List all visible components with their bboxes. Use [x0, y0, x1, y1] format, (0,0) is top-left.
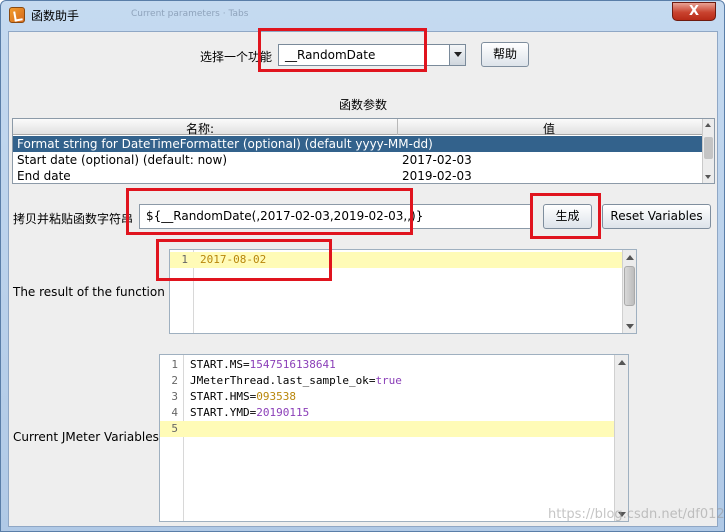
close-button[interactable]: X: [672, 2, 716, 21]
function-string-field[interactable]: ${__RandomDate(,2017-02-03,2019-02-03,,)…: [139, 204, 531, 229]
variable-key[interactable]: START.HMS: [190, 390, 250, 403]
variable-value[interactable]: 20190115: [256, 406, 309, 419]
background-title: Current parameters · Tabs: [131, 9, 249, 19]
variable-key[interactable]: JMeterThread.last_sample_ok: [190, 374, 369, 387]
scroll-up-icon[interactable]: [615, 355, 628, 369]
table-row[interactable]: Start date (optional) (default: now) 201…: [13, 152, 703, 168]
table-row[interactable]: End date 2019-02-03: [13, 168, 703, 183]
param-name[interactable]: Start date (optional) (default: now): [17, 153, 227, 167]
result-scrollbar[interactable]: [622, 250, 636, 333]
column-header-name[interactable]: 名称:: [186, 120, 214, 137]
param-name[interactable]: End date: [17, 169, 71, 183]
line-number: 5: [171, 422, 178, 435]
dialog-content: 选择一个功能 __RandomDate 帮助 函数参数 名称: 值 Format…: [8, 31, 718, 527]
parameters-table: 名称: 值 Format string for DateTimeFormatte…: [12, 118, 715, 184]
code-line[interactable]: 5: [160, 421, 628, 437]
jmeter-app-icon: [9, 7, 25, 23]
code-line[interactable]: 4 START.YMD=20190115: [160, 405, 628, 421]
function-helper-dialog: 函数助手 Current parameters · Tabs X 选择一个功能 …: [0, 0, 725, 532]
scroll-up-icon[interactable]: [623, 250, 636, 264]
result-value[interactable]: 2017-08-02: [200, 253, 266, 266]
table-scrollbar[interactable]: [702, 119, 714, 183]
variables-scrollbar[interactable]: [614, 355, 628, 521]
scroll-down-icon[interactable]: [623, 319, 636, 333]
code-line[interactable]: 3 START.HMS=093538: [160, 389, 628, 405]
scroll-down-icon[interactable]: [703, 171, 714, 183]
param-value[interactable]: 2019-02-03: [402, 169, 472, 183]
scroll-thumb[interactable]: [624, 266, 635, 306]
title-bar[interactable]: 函数助手 Current parameters · Tabs X: [1, 1, 724, 29]
result-label: The result of the function is: [13, 285, 179, 299]
reset-variables-button[interactable]: Reset Variables: [602, 204, 711, 229]
column-divider[interactable]: [397, 119, 398, 135]
help-button[interactable]: 帮助: [481, 42, 529, 67]
parameters-section-title: 函数参数: [339, 98, 388, 112]
table-row[interactable]: Format string for DateTimeFormatter (opt…: [13, 136, 703, 152]
variable-key[interactable]: START.MS: [190, 358, 243, 371]
generate-button[interactable]: 生成: [543, 204, 592, 229]
line-number: 3: [171, 390, 178, 403]
variable-key[interactable]: START.YMD: [190, 406, 250, 419]
window-title: 函数助手: [31, 9, 80, 23]
variable-value[interactable]: 093538: [256, 390, 296, 403]
param-name[interactable]: Format string for DateTimeFormatter (opt…: [17, 137, 433, 151]
line-number: 1: [171, 358, 178, 371]
variable-value[interactable]: 1547516138641: [250, 358, 336, 371]
scroll-thumb[interactable]: [704, 137, 713, 159]
code-line[interactable]: 2 JMeterThread.last_sample_ok=true: [160, 373, 628, 389]
scroll-up-icon[interactable]: [703, 119, 714, 131]
function-select-value: __RandomDate: [285, 48, 376, 62]
close-icon: X: [688, 4, 700, 19]
watermark: https://blog.csdn.net/df0128: [548, 507, 725, 522]
code-line[interactable]: 1 START.MS=1547516138641: [160, 357, 628, 373]
table-header: 名称: 值: [13, 119, 703, 137]
code-line[interactable]: 1 2017-08-02: [170, 252, 636, 268]
variable-value[interactable]: true: [375, 374, 402, 387]
variables-editor[interactable]: 1 START.MS=1547516138641 2 JMeterThread.…: [159, 354, 629, 522]
chevron-down-icon[interactable]: [449, 45, 465, 65]
param-value[interactable]: 2017-02-03: [402, 153, 472, 167]
result-editor[interactable]: 1 2017-08-02: [169, 249, 637, 334]
line-number: 2: [171, 374, 178, 387]
function-select[interactable]: __RandomDate: [278, 44, 466, 66]
function-string-label: 拷贝并粘贴函数字符串: [13, 212, 134, 226]
column-header-value[interactable]: 值: [543, 120, 555, 137]
line-number: 1: [181, 253, 188, 266]
variables-label: Current JMeter Variables: [13, 430, 159, 444]
function-select-label: 选择一个功能: [200, 50, 273, 64]
line-number: 4: [171, 406, 178, 419]
